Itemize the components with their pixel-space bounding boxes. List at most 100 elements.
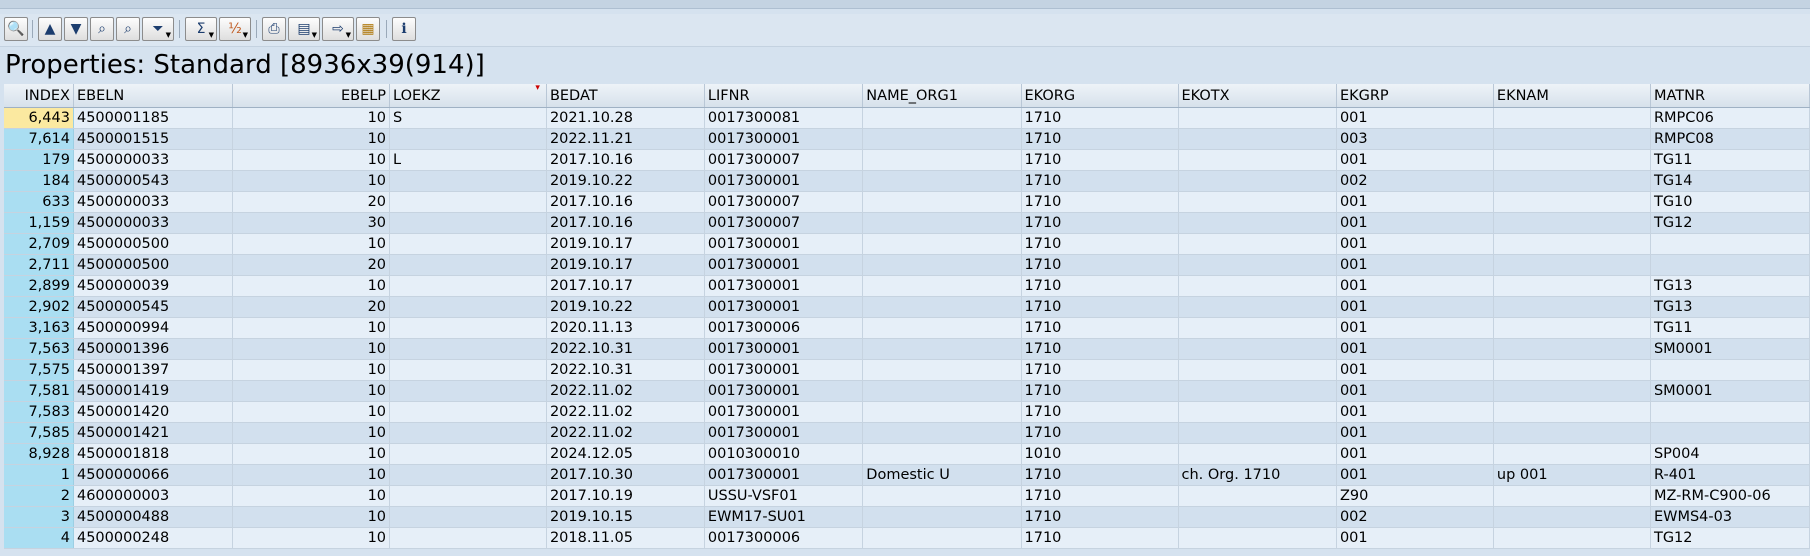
- cell-loekz[interactable]: [389, 275, 547, 297]
- cell-loekz[interactable]: [389, 317, 547, 339]
- cell-ebelp[interactable]: 10: [232, 422, 391, 444]
- cell-lifnr[interactable]: 0017300007: [704, 212, 864, 234]
- cell-ekgrp[interactable]: 003: [1336, 128, 1494, 150]
- cell-bedat[interactable]: 2022.10.31: [546, 338, 705, 360]
- table-row[interactable]: 7,581 4500001419 10 2022.11.02 0017300001 171…: [4, 380, 1810, 402]
- cell-ebelp[interactable]: 20: [232, 254, 391, 276]
- cell-loekz[interactable]: L: [389, 149, 547, 171]
- cell-loekz[interactable]: [389, 422, 547, 444]
- cell-ekotx[interactable]: [1178, 359, 1337, 381]
- cell-lifnr[interactable]: 0017300001: [704, 128, 864, 150]
- cell-lifnr[interactable]: 0017300001: [704, 464, 864, 486]
- cell-index[interactable]: 7,614: [4, 128, 74, 150]
- cell-matnr[interactable]: RMPC08: [1650, 128, 1810, 150]
- cell-eknam[interactable]: [1493, 485, 1651, 507]
- cell-eknam[interactable]: [1493, 296, 1651, 318]
- cell-loekz[interactable]: [389, 233, 547, 255]
- cell-name-org1[interactable]: [862, 485, 1022, 507]
- cell-ekgrp[interactable]: 001: [1336, 422, 1494, 444]
- cell-ebeln[interactable]: 4500000248: [73, 527, 234, 549]
- cell-ebelp[interactable]: 10: [232, 485, 391, 507]
- cell-bedat[interactable]: 2018.11.05: [546, 527, 705, 549]
- cell-ebelp[interactable]: 10: [232, 317, 391, 339]
- cell-lifnr[interactable]: 0017300001: [704, 359, 864, 381]
- cell-ebeln[interactable]: 4500000488: [73, 506, 234, 528]
- cell-loekz[interactable]: [389, 296, 547, 318]
- cell-ebelp[interactable]: 10: [232, 233, 391, 255]
- cell-matnr[interactable]: [1650, 359, 1810, 381]
- sort-ascending-button[interactable]: ▲: [38, 17, 62, 41]
- cell-lifnr[interactable]: 0017300001: [704, 275, 864, 297]
- cell-ekotx[interactable]: [1178, 107, 1337, 129]
- cell-eknam[interactable]: [1493, 275, 1651, 297]
- table-row[interactable]: 7,575 4500001397 10 2022.10.31 0017300001 171…: [4, 359, 1810, 381]
- cell-ekotx[interactable]: [1178, 275, 1337, 297]
- cell-name-org1[interactable]: [862, 317, 1022, 339]
- column-header-ebeln[interactable]: EBELN: [73, 84, 234, 108]
- cell-ebelp[interactable]: 10: [232, 464, 391, 486]
- cell-ekorg[interactable]: 1710: [1021, 128, 1179, 150]
- cell-lifnr[interactable]: 0017300007: [704, 149, 864, 171]
- cell-loekz[interactable]: [389, 527, 547, 549]
- cell-name-org1[interactable]: [862, 401, 1022, 423]
- cell-name-org1[interactable]: [862, 506, 1022, 528]
- cell-name-org1[interactable]: [862, 233, 1022, 255]
- cell-ekorg[interactable]: 1710: [1021, 401, 1179, 423]
- cell-eknam[interactable]: [1493, 527, 1651, 549]
- cell-bedat[interactable]: 2022.11.02: [546, 422, 705, 444]
- cell-eknam[interactable]: [1493, 149, 1651, 171]
- cell-name-org1[interactable]: [862, 170, 1022, 192]
- table-row[interactable]: 6,443 4500001185 10 S 2021.10.28 0017300081 17…: [4, 107, 1810, 129]
- cell-name-org1[interactable]: [862, 359, 1022, 381]
- cell-lifnr[interactable]: 0017300001: [704, 254, 864, 276]
- cell-matnr[interactable]: TG13: [1650, 275, 1810, 297]
- cell-matnr[interactable]: EWMS4-03: [1650, 506, 1810, 528]
- cell-ebelp[interactable]: 10: [232, 107, 391, 129]
- column-header-name-org1[interactable]: NAME_ORG1: [862, 84, 1022, 108]
- cell-name-org1[interactable]: [862, 191, 1022, 213]
- sort-descending-button[interactable]: ▼: [64, 17, 88, 41]
- cell-index[interactable]: 184: [4, 170, 74, 192]
- cell-bedat[interactable]: 2017.10.16: [546, 149, 705, 171]
- cell-lifnr[interactable]: 0017300007: [704, 191, 864, 213]
- cell-ebelp[interactable]: 10: [232, 401, 391, 423]
- cell-ekgrp[interactable]: 001: [1336, 191, 1494, 213]
- cell-ekotx[interactable]: [1178, 296, 1337, 318]
- column-header-ekorg[interactable]: EKORG: [1021, 84, 1179, 108]
- cell-ekorg[interactable]: 1710: [1021, 422, 1179, 444]
- cell-ekotx[interactable]: [1178, 422, 1337, 444]
- cell-bedat[interactable]: 2020.11.13: [546, 317, 705, 339]
- cell-matnr[interactable]: TG12: [1650, 212, 1810, 234]
- column-header-eknam[interactable]: EKNAM: [1493, 84, 1651, 108]
- cell-index[interactable]: 2,711: [4, 254, 74, 276]
- cell-lifnr[interactable]: 0017300001: [704, 296, 864, 318]
- cell-eknam[interactable]: [1493, 254, 1651, 276]
- cell-matnr[interactable]: TG10: [1650, 191, 1810, 213]
- cell-ekotx[interactable]: [1178, 149, 1337, 171]
- cell-ekotx[interactable]: ch. Org. 1710: [1178, 464, 1337, 486]
- cell-name-org1[interactable]: [862, 422, 1022, 444]
- cell-ekotx[interactable]: [1178, 128, 1337, 150]
- cell-name-org1[interactable]: [862, 149, 1022, 171]
- cell-ebelp[interactable]: 10: [232, 275, 391, 297]
- cell-ekgrp[interactable]: 001: [1336, 464, 1494, 486]
- cell-ekotx[interactable]: [1178, 506, 1337, 528]
- table-row[interactable]: 2 4600000003 10 2017.10.19 USSU-VSF01 1710 Z90…: [4, 485, 1810, 507]
- cell-name-org1[interactable]: [862, 443, 1022, 465]
- cell-name-org1[interactable]: [862, 128, 1022, 150]
- column-header-ebelp[interactable]: EBELP: [232, 84, 391, 108]
- cell-ekotx[interactable]: [1178, 170, 1337, 192]
- cell-ebeln[interactable]: 4500000039: [73, 275, 234, 297]
- table-row[interactable]: 8,928 4500001818 10 2024.12.05 0010300010 101…: [4, 443, 1810, 465]
- cell-loekz[interactable]: [389, 170, 547, 192]
- cell-eknam[interactable]: [1493, 212, 1651, 234]
- cell-index[interactable]: 179: [4, 149, 74, 171]
- cell-matnr[interactable]: SM0001: [1650, 380, 1810, 402]
- cell-bedat[interactable]: 2019.10.17: [546, 233, 705, 255]
- cell-bedat[interactable]: 2022.10.31: [546, 359, 705, 381]
- cell-bedat[interactable]: 2024.12.05: [546, 443, 705, 465]
- cell-lifnr[interactable]: 0017300001: [704, 401, 864, 423]
- cell-index[interactable]: 7,583: [4, 401, 74, 423]
- table-row[interactable]: 1,159 4500000033 30 2017.10.16 0017300007 171…: [4, 212, 1810, 234]
- cell-ebeln[interactable]: 4500000500: [73, 254, 234, 276]
